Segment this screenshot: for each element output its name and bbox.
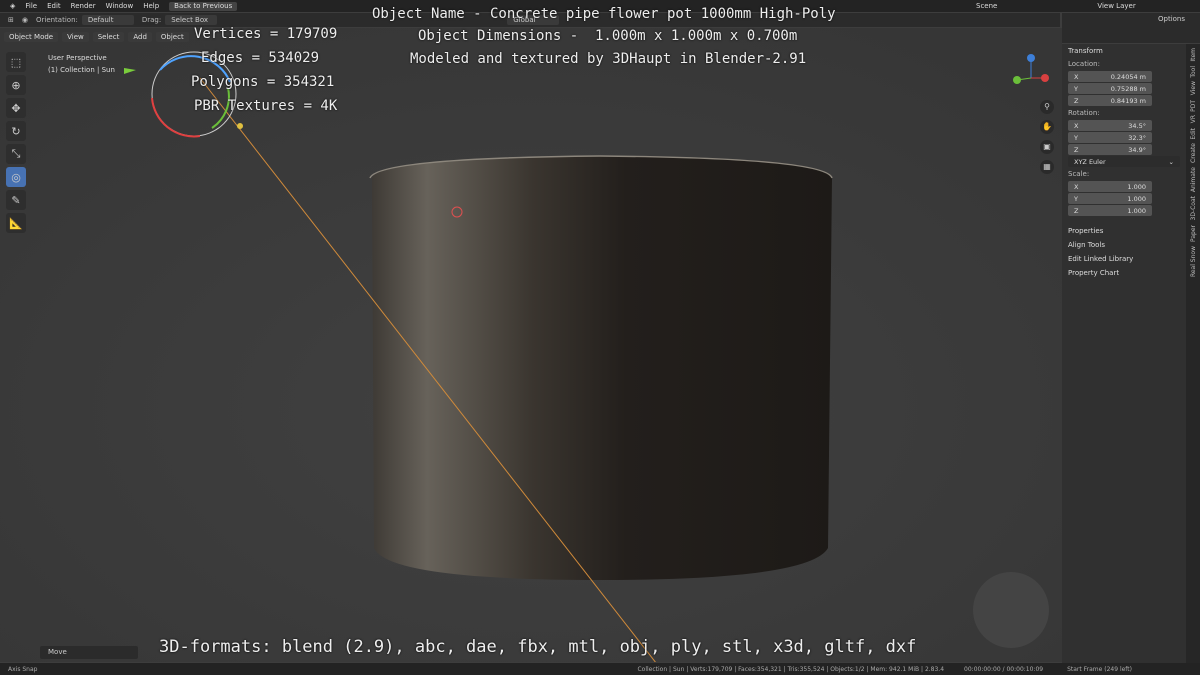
location-z-field[interactable]: Z 0.84193 m — [1068, 95, 1152, 106]
collection-label: (1) Collection | Sun — [48, 66, 115, 74]
status-right: Start Frame (249 left) — [1067, 665, 1133, 673]
select-mode-icon[interactable]: ◉ — [22, 16, 28, 24]
cursor-tool-icon[interactable]: ⊕ — [6, 75, 26, 95]
rotate-tool-icon[interactable]: ↻ — [6, 121, 26, 141]
viewport-navigation: ⚲ ✋ ▣ ▦ — [1040, 100, 1058, 180]
location-label: Location: — [1068, 60, 1100, 68]
viewport-info: User Perspective (1) Collection | Sun — [48, 52, 115, 76]
tab-real-snow[interactable]: Real Snow — [1190, 246, 1197, 277]
pan-hand-icon[interactable]: ✋ — [1040, 120, 1054, 134]
transform-header[interactable]: Transform — [1062, 44, 1186, 58]
scale-x-field[interactable]: X 1.000 — [1068, 181, 1152, 192]
rotation-label: Rotation: — [1068, 109, 1100, 117]
editor-type-icon[interactable]: ⊞ — [8, 16, 14, 24]
scale-label: Scale: — [1068, 170, 1090, 178]
tab-3d-coat[interactable]: 3D-Coat — [1190, 196, 1197, 221]
orientation-dropdown[interactable]: Default — [81, 15, 134, 25]
viewport-scene — [0, 28, 1062, 662]
formats-list: 3D-formats: blend (2.9), abc, dae, fbx, … — [159, 637, 917, 657]
grid-icon[interactable]: ▦ — [1040, 160, 1054, 174]
edges-count: Edges = 534029 — [201, 50, 320, 66]
object-menu[interactable]: Object — [155, 32, 189, 42]
measure-tool-icon[interactable]: 📐 — [6, 213, 26, 233]
drag-dropdown[interactable]: Select Box — [165, 15, 218, 25]
view-layer-selector[interactable]: View Layer — [1097, 2, 1135, 10]
tab-create[interactable]: Create — [1190, 143, 1197, 163]
3d-viewport[interactable] — [0, 28, 1062, 662]
textures-info: PBR Textures = 4K — [194, 98, 338, 114]
object-name: Object Name - Concrete pipe flower pot 1… — [372, 6, 836, 22]
modeled-by: Modeled and textured by 3DHaupt in Blend… — [410, 51, 807, 67]
menu-help[interactable]: Help — [143, 2, 159, 10]
tab-pdt[interactable]: PDT — [1190, 100, 1197, 112]
menu-file[interactable]: File — [25, 2, 37, 10]
polygons-count: Polygons = 354321 — [191, 74, 335, 90]
menu-edit[interactable]: Edit — [47, 2, 61, 10]
tab-vr[interactable]: VR — [1190, 115, 1197, 123]
scale-y-field[interactable]: Y 1.000 — [1068, 193, 1152, 204]
toolbar: ⬚ ⊕ ✥ ↻ ⤡ ◎ ✎ 📐 — [6, 52, 28, 236]
concrete-pot — [372, 156, 832, 580]
sidebar-n-panel: Transform Location: X 0.24054 m Y 0.75288 … — [1062, 44, 1186, 664]
move-tool-icon[interactable]: ✥ — [6, 98, 26, 118]
rotation-mode-dropdown[interactable]: XYZ Euler ⌄ — [1068, 156, 1180, 167]
object-mode-dropdown[interactable]: Object Mode — [4, 32, 59, 42]
add-menu[interactable]: Add — [128, 32, 152, 42]
sidebar-tabs: Item Tool View PDT VR Edit Create Animat… — [1186, 44, 1200, 664]
properties-section[interactable]: Properties — [1062, 224, 1186, 238]
view-menu[interactable]: View — [62, 32, 89, 42]
transform-tool-icon[interactable]: ◎ — [6, 167, 26, 187]
status-bar: Axis Snap Collection | Sun | Verts:179,7… — [0, 663, 1200, 675]
status-left: Axis Snap — [8, 665, 38, 673]
tab-animate[interactable]: Animate — [1190, 167, 1197, 192]
perspective-label: User Perspective — [48, 54, 107, 62]
mode-bar: Object Mode View Select Add Object — [0, 30, 200, 44]
rotation-y-field[interactable]: Y 32.3° — [1068, 132, 1152, 143]
zoom-icon[interactable]: ⚲ — [1040, 100, 1054, 114]
blender-logo-icon: ◈ — [10, 2, 16, 10]
object-dimensions: Object Dimensions - 1.000m x 1.000m x 0.… — [418, 28, 798, 44]
scene-selector[interactable]: Scene — [976, 2, 997, 10]
location-y-field[interactable]: Y 0.75288 m — [1068, 83, 1152, 94]
options-button[interactable]: Options — [1158, 15, 1185, 23]
back-to-previous-button[interactable]: Back to Previous — [169, 1, 238, 11]
align-tools-section[interactable]: Align Tools — [1062, 238, 1186, 252]
last-operation-panel[interactable]: Move — [40, 646, 138, 659]
status-stats: Collection | Sun | Verts:179,709 | Faces… — [637, 665, 945, 673]
rotation-z-field[interactable]: Z 34.9° — [1068, 144, 1152, 155]
select-tool-icon[interactable]: ⬚ — [6, 52, 26, 72]
scale-z-field[interactable]: Z 1.000 — [1068, 205, 1152, 216]
scale-tool-icon[interactable]: ⤡ — [6, 144, 26, 164]
scene-header: Scene View Layer — [950, 0, 1200, 12]
menu-window[interactable]: Window — [106, 2, 134, 10]
tab-view[interactable]: View — [1190, 81, 1197, 95]
edit-linked-library-section[interactable]: Edit Linked Library — [1062, 252, 1186, 266]
camera-icon[interactable]: ▣ — [1040, 140, 1054, 154]
vertices-count: Vertices = 179709 — [194, 26, 338, 42]
viewport-header-right: Options — [1062, 13, 1200, 43]
location-x-field[interactable]: X 0.24054 m — [1068, 71, 1152, 82]
drag-label: Drag: — [141, 16, 162, 24]
rotation-x-field[interactable]: X 34.5° — [1068, 120, 1152, 131]
menu-render[interactable]: Render — [71, 2, 96, 10]
status-timecode: 00:00:00:00 / 00:00:10:09 — [964, 665, 1044, 673]
annotate-tool-icon[interactable]: ✎ — [6, 190, 26, 210]
tab-edit[interactable]: Edit — [1190, 128, 1197, 140]
orientation-label: Orientation: — [35, 16, 78, 24]
chevron-down-icon: ⌄ — [1168, 157, 1174, 166]
tab-paper[interactable]: Paper — [1190, 225, 1197, 242]
tab-item[interactable]: Item — [1190, 48, 1197, 62]
tab-tool[interactable]: Tool — [1190, 66, 1197, 78]
property-chart-section[interactable]: Property Chart — [1062, 266, 1186, 280]
select-menu[interactable]: Select — [92, 32, 125, 42]
